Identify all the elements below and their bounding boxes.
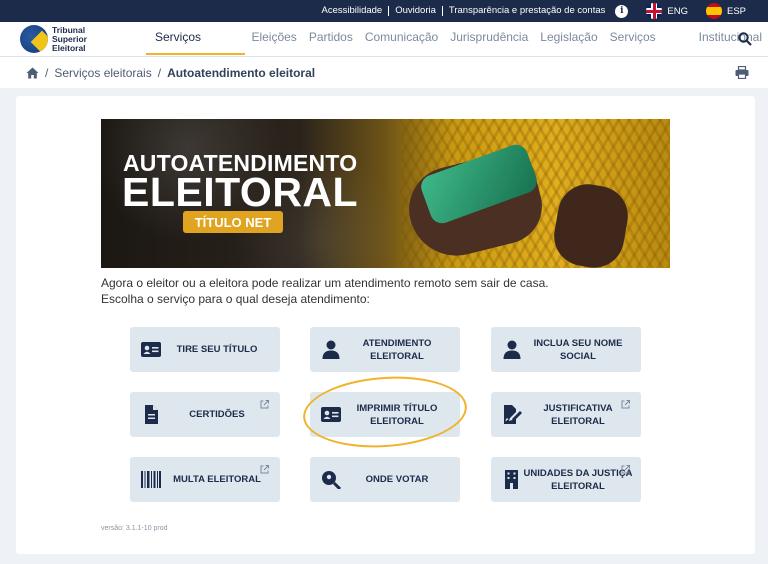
menu-item-partidos[interactable]: Partidos (303, 22, 359, 55)
intro-line-1: Agora o eleitor ou a eleitora pode reali… (101, 276, 549, 290)
service-tire-seu-titulo-button[interactable]: TIRE SEU TÍTULO (130, 327, 280, 372)
lang-es-link[interactable]: ESP (705, 3, 746, 19)
banner-title-line-2: ELEITORAL (122, 169, 359, 215)
menu-item-servicos-judiciais[interactable]: Serviços judiciais (604, 22, 693, 75)
print-icon[interactable] (735, 66, 749, 79)
search-icon[interactable] (738, 32, 752, 46)
tse-logo[interactable]: Tribunal Superior Eleitoral (20, 25, 87, 53)
info-icon[interactable]: i (615, 4, 629, 18)
lang-es-label: ESP (726, 5, 746, 17)
autoatendimento-banner: AUTOATENDIMENTO ELEITORAL TÍTULO NET (101, 119, 670, 268)
service-label: TIRE SEU TÍTULO (176, 344, 258, 355)
top-utility-bar: Acessibilidade Ouvidoria Transparência e… (0, 0, 768, 22)
menu-item-comunicacao[interactable]: Comunicação (359, 22, 444, 55)
service-justificativa-eleitoral-button[interactable]: JUSTIFICATIVA ELEITORAL (491, 392, 641, 437)
service-onde-votar-button[interactable]: ONDE VOTAR (310, 457, 460, 502)
service-atendimento-eleitoral-button[interactable]: ATENDIMENTO ELEITORAL (310, 327, 460, 372)
service-inclua-nome-social-button[interactable]: INCLUA SEU NOME SOCIAL (491, 327, 641, 372)
service-label: INCLUA SEU NOME SOCIAL (533, 337, 623, 362)
spain-flag-icon (705, 3, 722, 19)
tse-logo-mark (20, 25, 48, 53)
external-link-icon (260, 400, 269, 409)
service-label: UNIDADES DA JUSTIÇA ELEITORAL (523, 467, 633, 492)
version-text: versão: 3.1.1-10 prod (101, 525, 168, 532)
external-link-icon (621, 400, 630, 409)
menu-item-legislacao[interactable]: Legislação (534, 22, 603, 55)
external-link-icon (621, 465, 630, 474)
highlight-circle-annotation (300, 371, 470, 453)
menu-item-jurisprudencia[interactable]: Jurisprudência (444, 22, 534, 55)
main-menu: Serviços eleitorais Eleições Partidos Co… (146, 22, 768, 75)
breadcrumb-separator: / (157, 65, 162, 80)
service-unidades-justica-eleitoral-button[interactable]: UNIDADES DA JUSTIÇA ELEITORAL (491, 457, 641, 502)
service-multa-eleitoral-button[interactable]: MULTA ELEITORAL (130, 457, 280, 502)
service-label: MULTA ELEITORAL (173, 474, 261, 485)
home-icon[interactable] (26, 67, 39, 79)
breadcrumb-separator: / (45, 65, 49, 80)
breadcrumb: / Serviços eleitorais / Autoatendimento … (0, 57, 768, 88)
service-label: CERTIDÕES (189, 409, 245, 420)
service-label: JUSTIFICATIVA ELEITORAL (543, 402, 613, 427)
lang-en-link[interactable]: ENG (646, 3, 688, 19)
banner-badge: TÍTULO NET (183, 211, 283, 233)
ombudsman-link[interactable]: Ouvidoria (389, 6, 443, 16)
external-link-icon (260, 465, 269, 474)
breadcrumb-section-link[interactable]: Serviços eleitorais (54, 66, 151, 80)
accessibility-link[interactable]: Acessibilidade (315, 6, 390, 16)
menu-item-institucional[interactable]: Institucional (693, 22, 768, 55)
main-nav: Tribunal Superior Eleitoral Serviços ele… (0, 22, 768, 75)
service-certidoes-button[interactable]: CERTIDÕES (130, 392, 280, 437)
lang-en-label: ENG (667, 5, 688, 17)
tse-logo-text: Tribunal Superior Eleitoral (52, 25, 87, 53)
breadcrumb-current: Autoatendimento eleitoral (167, 65, 316, 80)
menu-item-eleicoes[interactable]: Eleições (245, 22, 302, 55)
service-label: ONDE VOTAR (365, 474, 429, 485)
content-card: AUTOATENDIMENTO ELEITORAL TÍTULO NET Ago… (16, 96, 755, 554)
service-label: ATENDIMENTO ELEITORAL (362, 337, 432, 362)
menu-item-servicos-eleitorais[interactable]: Serviços eleitorais (146, 22, 246, 75)
transparency-link[interactable]: Transparência e prestação de contas (443, 6, 612, 16)
intro-line-2: Escolha o serviço para o qual deseja ate… (101, 292, 370, 306)
uk-flag-icon (646, 3, 663, 19)
intro-text: Agora o eleitor ou a eleitora pode reali… (101, 275, 549, 307)
logo-line-3: Eleitoral (52, 42, 86, 53)
